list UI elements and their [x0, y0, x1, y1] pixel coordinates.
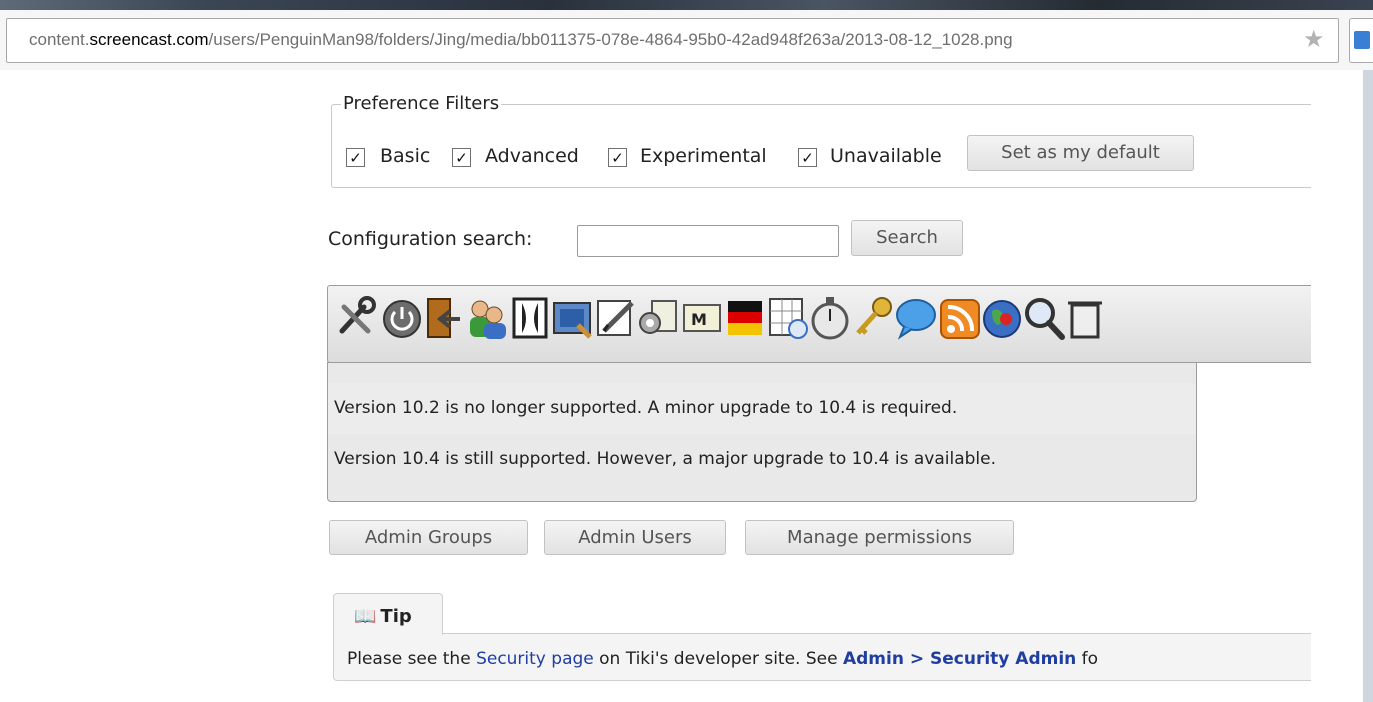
basic-label: Basic	[380, 145, 431, 167]
url-text: content.screencast.com/users/PenguinMan9…	[29, 30, 1013, 49]
advanced-label: Advanced	[485, 145, 579, 167]
trash-icon[interactable]	[1064, 295, 1108, 341]
chat-bubble-icon[interactable]	[894, 295, 938, 341]
search-magnifier-icon[interactable]	[1022, 295, 1066, 341]
exit-door-icon[interactable]	[422, 295, 466, 341]
mail-icon[interactable]: M	[680, 295, 724, 341]
tools-icon[interactable]	[334, 295, 378, 341]
experimental-label: Experimental	[640, 145, 767, 167]
features-icon[interactable]	[636, 295, 680, 341]
admin-icon-bar: M	[327, 285, 1311, 363]
version-message-text: Version 10.4 is still supported. However…	[334, 449, 997, 469]
picture-icon[interactable]	[550, 295, 594, 341]
svg-text:M: M	[691, 310, 707, 329]
admin-groups-button[interactable]: Admin Groups	[329, 520, 528, 555]
version-message: Version 10.2 is no longer supported. A m…	[328, 383, 1196, 436]
globe-icon[interactable]	[980, 295, 1024, 341]
tip-text: Please see the Security page on Tiki's d…	[347, 649, 1099, 669]
tip-title: 📖 Tip	[354, 606, 412, 627]
flag-icon[interactable]	[722, 295, 766, 341]
configuration-search-label: Configuration search:	[328, 228, 533, 250]
extension-icon[interactable]	[1349, 18, 1373, 63]
stopwatch-icon[interactable]	[808, 295, 852, 341]
unavailable-label: Unavailable	[830, 145, 942, 167]
experimental-checkbox[interactable]: ✓	[608, 148, 627, 167]
layout-icon[interactable]	[508, 295, 552, 341]
calendar-compass-icon[interactable]	[766, 295, 810, 341]
browser-toolbar: content.screencast.com/users/PenguinMan9…	[0, 10, 1373, 70]
address-bar[interactable]: content.screencast.com/users/PenguinMan9…	[6, 18, 1339, 63]
security-page-link[interactable]: Security page	[476, 649, 594, 669]
unavailable-checkbox[interactable]: ✓	[798, 148, 817, 167]
power-icon[interactable]	[380, 295, 424, 341]
basic-checkbox[interactable]: ✓	[346, 148, 365, 167]
edit-pencil-icon[interactable]	[594, 295, 638, 341]
window-title-strip	[0, 0, 1373, 10]
page-right-margin	[1311, 70, 1363, 702]
admin-users-button[interactable]: Admin Users	[544, 520, 726, 555]
manage-permissions-button[interactable]: Manage permissions	[745, 520, 1014, 555]
star-icon[interactable]: ★	[1303, 27, 1325, 51]
preference-filters-legend: Preference Filters	[341, 93, 502, 114]
set-default-button[interactable]: Set as my default	[967, 135, 1194, 171]
users-icon[interactable]	[464, 295, 508, 341]
configuration-search-input[interactable]	[577, 225, 839, 257]
version-messages-box: Version 10.2 is no longer supported. A m…	[327, 362, 1197, 502]
version-message: Version 10.4 is still supported. However…	[328, 434, 1196, 486]
advanced-checkbox[interactable]: ✓	[452, 148, 471, 167]
rss-icon[interactable]	[938, 295, 982, 341]
keys-icon[interactable]	[852, 295, 896, 341]
book-icon: 📖	[354, 606, 377, 627]
security-admin-link[interactable]: Admin > Security Admin	[843, 649, 1076, 669]
window-edge	[1363, 70, 1373, 702]
version-message-text: Version 10.2 is no longer supported. A m…	[334, 398, 958, 418]
search-button[interactable]: Search	[851, 220, 963, 256]
